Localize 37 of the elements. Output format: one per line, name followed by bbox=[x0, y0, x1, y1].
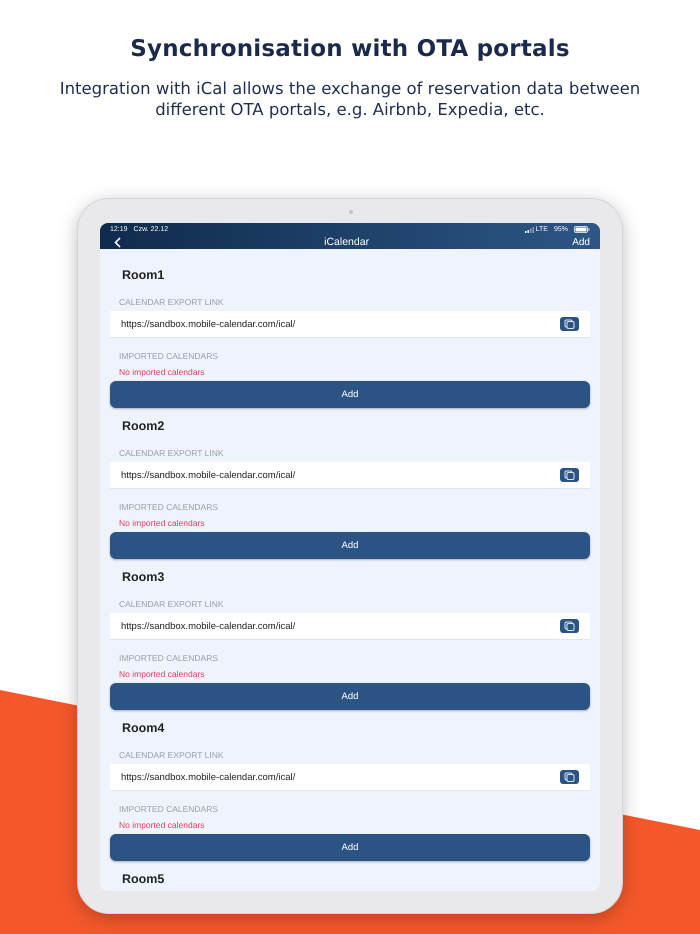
section-label: CALENDAR EXPORT LINK bbox=[118, 749, 224, 761]
copy-icon[interactable] bbox=[560, 619, 579, 633]
add-button[interactable]: Add bbox=[110, 381, 590, 408]
room-title: Room5 bbox=[121, 871, 164, 888]
add-button[interactable]: Add bbox=[110, 532, 590, 559]
section-label: IMPORTED CALENDARS bbox=[118, 501, 218, 513]
add-button[interactable]: Add bbox=[110, 834, 590, 861]
room-title: Room1 bbox=[121, 267, 164, 284]
empty-message: No imported calendars bbox=[118, 819, 205, 831]
subheading: Integration with iCal allows the exchange of reservation data between different OTA portals, e.g. Airbnb, Expedia, etc. bbox=[58, 78, 642, 120]
headline: Synchronisation with OTA portals bbox=[130, 36, 570, 62]
empty-message: No imported calendars bbox=[118, 517, 205, 529]
copy-icon[interactable] bbox=[560, 317, 579, 331]
section-label: CALENDAR EXPORT LINK bbox=[118, 296, 224, 308]
link-field[interactable]: https://sandbox.mobile-calendar.com/ical/ bbox=[110, 462, 590, 489]
copy-icon[interactable] bbox=[560, 770, 579, 784]
camera-icon bbox=[349, 210, 353, 214]
signal-icon bbox=[524, 226, 534, 232]
room-title: Room4 bbox=[121, 720, 164, 737]
section-label: IMPORTED CALENDARS bbox=[118, 803, 218, 815]
screen-title: iCalendar bbox=[323, 236, 370, 248]
empty-message: No imported calendars bbox=[118, 366, 205, 378]
room-title: Room3 bbox=[121, 569, 164, 586]
empty-message: No imported calendars bbox=[118, 668, 205, 680]
link-field[interactable]: https://sandbox.mobile-calendar.com/ical/ bbox=[110, 311, 590, 338]
section-label: CALENDAR EXPORT LINK bbox=[118, 447, 224, 459]
room-title: Room2 bbox=[121, 418, 164, 435]
add-button[interactable]: Add bbox=[572, 236, 590, 248]
add-button[interactable]: Add bbox=[110, 683, 590, 710]
section-label: IMPORTED CALENDARS bbox=[118, 350, 218, 362]
section-label: IMPORTED CALENDARS bbox=[118, 652, 218, 664]
link-field[interactable]: https://sandbox.mobile-calendar.com/ical/ bbox=[110, 613, 590, 640]
battery-icon bbox=[574, 226, 590, 233]
section-label: CALENDAR EXPORT LINK bbox=[118, 598, 224, 610]
back-icon[interactable] bbox=[114, 236, 121, 248]
copy-icon[interactable] bbox=[560, 468, 579, 482]
link-field[interactable]: https://sandbox.mobile-calendar.com/ical/ bbox=[110, 764, 590, 791]
